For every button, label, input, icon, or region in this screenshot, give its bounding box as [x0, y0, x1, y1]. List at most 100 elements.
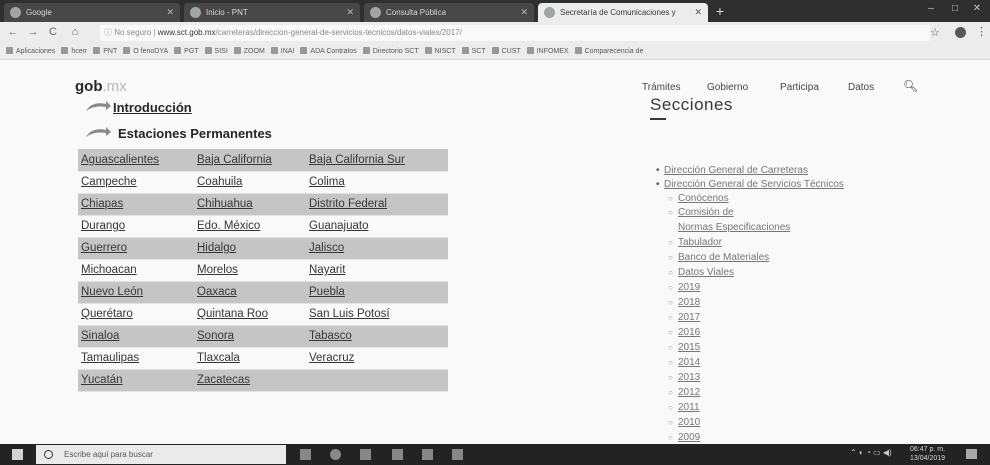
bookmark-item[interactable]: hcerr — [61, 44, 87, 59]
state-link[interactable]: Coahuila — [194, 171, 306, 194]
state-link[interactable]: Veracruz — [306, 347, 448, 370]
store-icon[interactable] — [392, 449, 403, 460]
nav-gobierno[interactable]: Gobierno — [707, 82, 748, 93]
search-icon[interactable]: 🔍︎ — [903, 79, 918, 93]
new-tab-icon[interactable]: + — [712, 3, 728, 19]
nav-datos[interactable]: Datos — [848, 82, 874, 93]
state-link[interactable]: Oaxaca — [194, 281, 306, 304]
bookmark-item[interactable]: SISI — [204, 44, 228, 59]
info-icon[interactable]: ⓘ — [104, 28, 112, 37]
sidebar-sub-item[interactable]: ○ Banco de Materiales — [668, 252, 769, 263]
sidebar-sub-item[interactable]: ○ 2019 — [668, 282, 700, 293]
minimize-icon[interactable]: – — [920, 3, 942, 14]
sidebar-sub-item[interactable]: ○ Tabulador — [668, 237, 722, 248]
state-link[interactable]: Sinaloa — [78, 325, 194, 348]
windows-start-icon[interactable] — [12, 449, 23, 460]
sidebar-sub-item[interactable]: ○ 2011 — [668, 402, 700, 413]
reload-icon[interactable]: C — [46, 25, 60, 39]
sidebar-sub-item[interactable]: ○ 2009 — [668, 432, 700, 443]
chrome-icon[interactable] — [330, 449, 341, 460]
bookmark-item[interactable]: PNT — [93, 44, 117, 59]
close-tab-icon[interactable]: ✕ — [166, 3, 174, 22]
state-link[interactable]: Edo. México — [194, 215, 306, 238]
state-link[interactable]: San Luis Potosí — [306, 303, 448, 326]
state-link[interactable]: Zacatecas — [194, 369, 306, 392]
bookmark-item[interactable]: Aplicaciones — [6, 44, 55, 59]
taskbar-search-input[interactable]: Escribe aquí para buscar — [36, 445, 286, 464]
sidebar-sub-item[interactable]: Normas Especificaciones — [678, 222, 790, 233]
introduccion-link[interactable]: Introducción — [113, 100, 192, 115]
state-link[interactable]: Querétaro — [78, 303, 194, 326]
state-link[interactable]: Hidalgo — [194, 237, 306, 260]
menu-icon[interactable]: ⋮ — [976, 25, 987, 38]
tab-google[interactable]: Google ✕ — [4, 3, 180, 22]
close-tab-icon[interactable]: ✕ — [346, 3, 354, 22]
nav-tramites[interactable]: Trámites — [642, 82, 681, 93]
sidebar-sub-item[interactable]: ○ 2010 — [668, 417, 700, 428]
bookmark-item[interactable]: PGT — [174, 44, 199, 59]
sidebar-item-servicios-tecnicos[interactable]: • Dirección General de Servicios Técnicos — [656, 179, 844, 190]
bookmark-item[interactable]: ZOOM — [233, 44, 265, 59]
state-link[interactable]: Baja California — [194, 149, 306, 172]
state-link[interactable]: Colima — [306, 171, 448, 194]
app-icon[interactable] — [452, 449, 463, 460]
sidebar-sub-item[interactable]: ○ 2012 — [668, 387, 700, 398]
state-link[interactable]: Puebla — [306, 281, 448, 304]
state-link[interactable]: Aguascalientes — [78, 149, 194, 172]
state-link[interactable]: Quintana Roo — [194, 303, 306, 326]
task-view-icon[interactable] — [300, 449, 311, 460]
bookmark-item[interactable]: INFOMEX — [526, 44, 569, 59]
state-link[interactable]: Guerrero — [78, 237, 194, 260]
sidebar-sub-item[interactable]: ○ 2017 — [668, 312, 700, 323]
bookmark-item[interactable]: CUST — [491, 44, 521, 59]
state-link[interactable]: Baja California Sur — [306, 149, 448, 172]
bookmark-item[interactable]: Directorio SCT — [362, 44, 419, 59]
sidebar-sub-item[interactable]: ○ 2015 — [668, 342, 700, 353]
sidebar-sub-item[interactable]: ○ 2016 — [668, 327, 700, 338]
profile-icon[interactable] — [955, 27, 966, 38]
sidebar-sub-item[interactable]: ○ Datos Viales — [668, 267, 734, 278]
close-tab-icon[interactable]: ✕ — [520, 3, 528, 22]
state-link[interactable]: Campeche — [78, 171, 194, 194]
bookmark-item[interactable]: Comparecencia de — [574, 44, 643, 59]
tab-consulta[interactable]: Consulta Pública ✕ — [364, 3, 534, 22]
tab-sct[interactable]: Secretaría de Comunicaciones y ✕ — [538, 3, 708, 22]
state-link[interactable]: Nayarit — [306, 259, 448, 282]
bookmark-item[interactable]: NISCT — [424, 44, 456, 59]
gob-mx-logo[interactable]: gob.mx — [75, 78, 127, 95]
close-tab-icon[interactable]: ✕ — [694, 3, 702, 22]
tab-pnt[interactable]: Inicio - PNT ✕ — [184, 3, 360, 22]
state-link[interactable]: Chiapas — [78, 193, 194, 216]
url-input[interactable]: ⓘ No seguro | www.sct.gob.mx/carreteras/… — [100, 25, 930, 41]
notifications-icon[interactable] — [966, 449, 977, 459]
forward-icon[interactable]: → — [26, 25, 40, 39]
state-link[interactable]: Tabasco — [306, 325, 448, 348]
bookmark-item[interactable]: O fenoDYA — [123, 44, 168, 59]
word-icon[interactable] — [422, 449, 433, 460]
bookmark-star-icon[interactable]: ☆ — [930, 26, 940, 39]
state-link[interactable]: Nuevo León — [78, 281, 194, 304]
state-link[interactable]: Morelos — [194, 259, 306, 282]
close-window-icon[interactable]: ✕ — [966, 3, 988, 14]
nav-participa[interactable]: Participa — [780, 82, 819, 93]
state-link[interactable]: Sonora — [194, 325, 306, 348]
state-link[interactable]: Durango — [78, 215, 194, 238]
state-link[interactable]: Guanajuato — [306, 215, 448, 238]
sidebar-sub-item[interactable]: ○ 2013 — [668, 372, 700, 383]
sidebar-sub-item[interactable]: ○ 2014 — [668, 357, 700, 368]
state-link[interactable]: Michoacan — [78, 259, 194, 282]
home-icon[interactable]: ⌂ — [68, 25, 82, 39]
state-link[interactable]: Tamaulipas — [78, 347, 194, 370]
state-link[interactable]: Distrito Federal — [306, 193, 448, 216]
bookmark-item[interactable]: SCT — [461, 44, 486, 59]
sidebar-sub-item[interactable]: ○ Conócenos — [668, 193, 729, 204]
sidebar-item-carreteras[interactable]: • Dirección General de Carreteras — [656, 165, 808, 176]
system-tray-icons[interactable]: ⌃ ◐ ◔ ▭ ◀︎) — [850, 448, 892, 457]
bookmark-item[interactable]: ADA Contratos — [300, 44, 357, 59]
maximize-icon[interactable]: □ — [944, 3, 966, 14]
state-link[interactable]: Jalisco — [306, 237, 448, 260]
state-link[interactable]: Yucatán — [78, 369, 194, 392]
state-link[interactable]: Tlaxcala — [194, 347, 306, 370]
taskbar-clock[interactable]: 06:47 p. m. 13/04/2019 — [910, 445, 945, 463]
bookmark-item[interactable]: INAI — [270, 44, 294, 59]
